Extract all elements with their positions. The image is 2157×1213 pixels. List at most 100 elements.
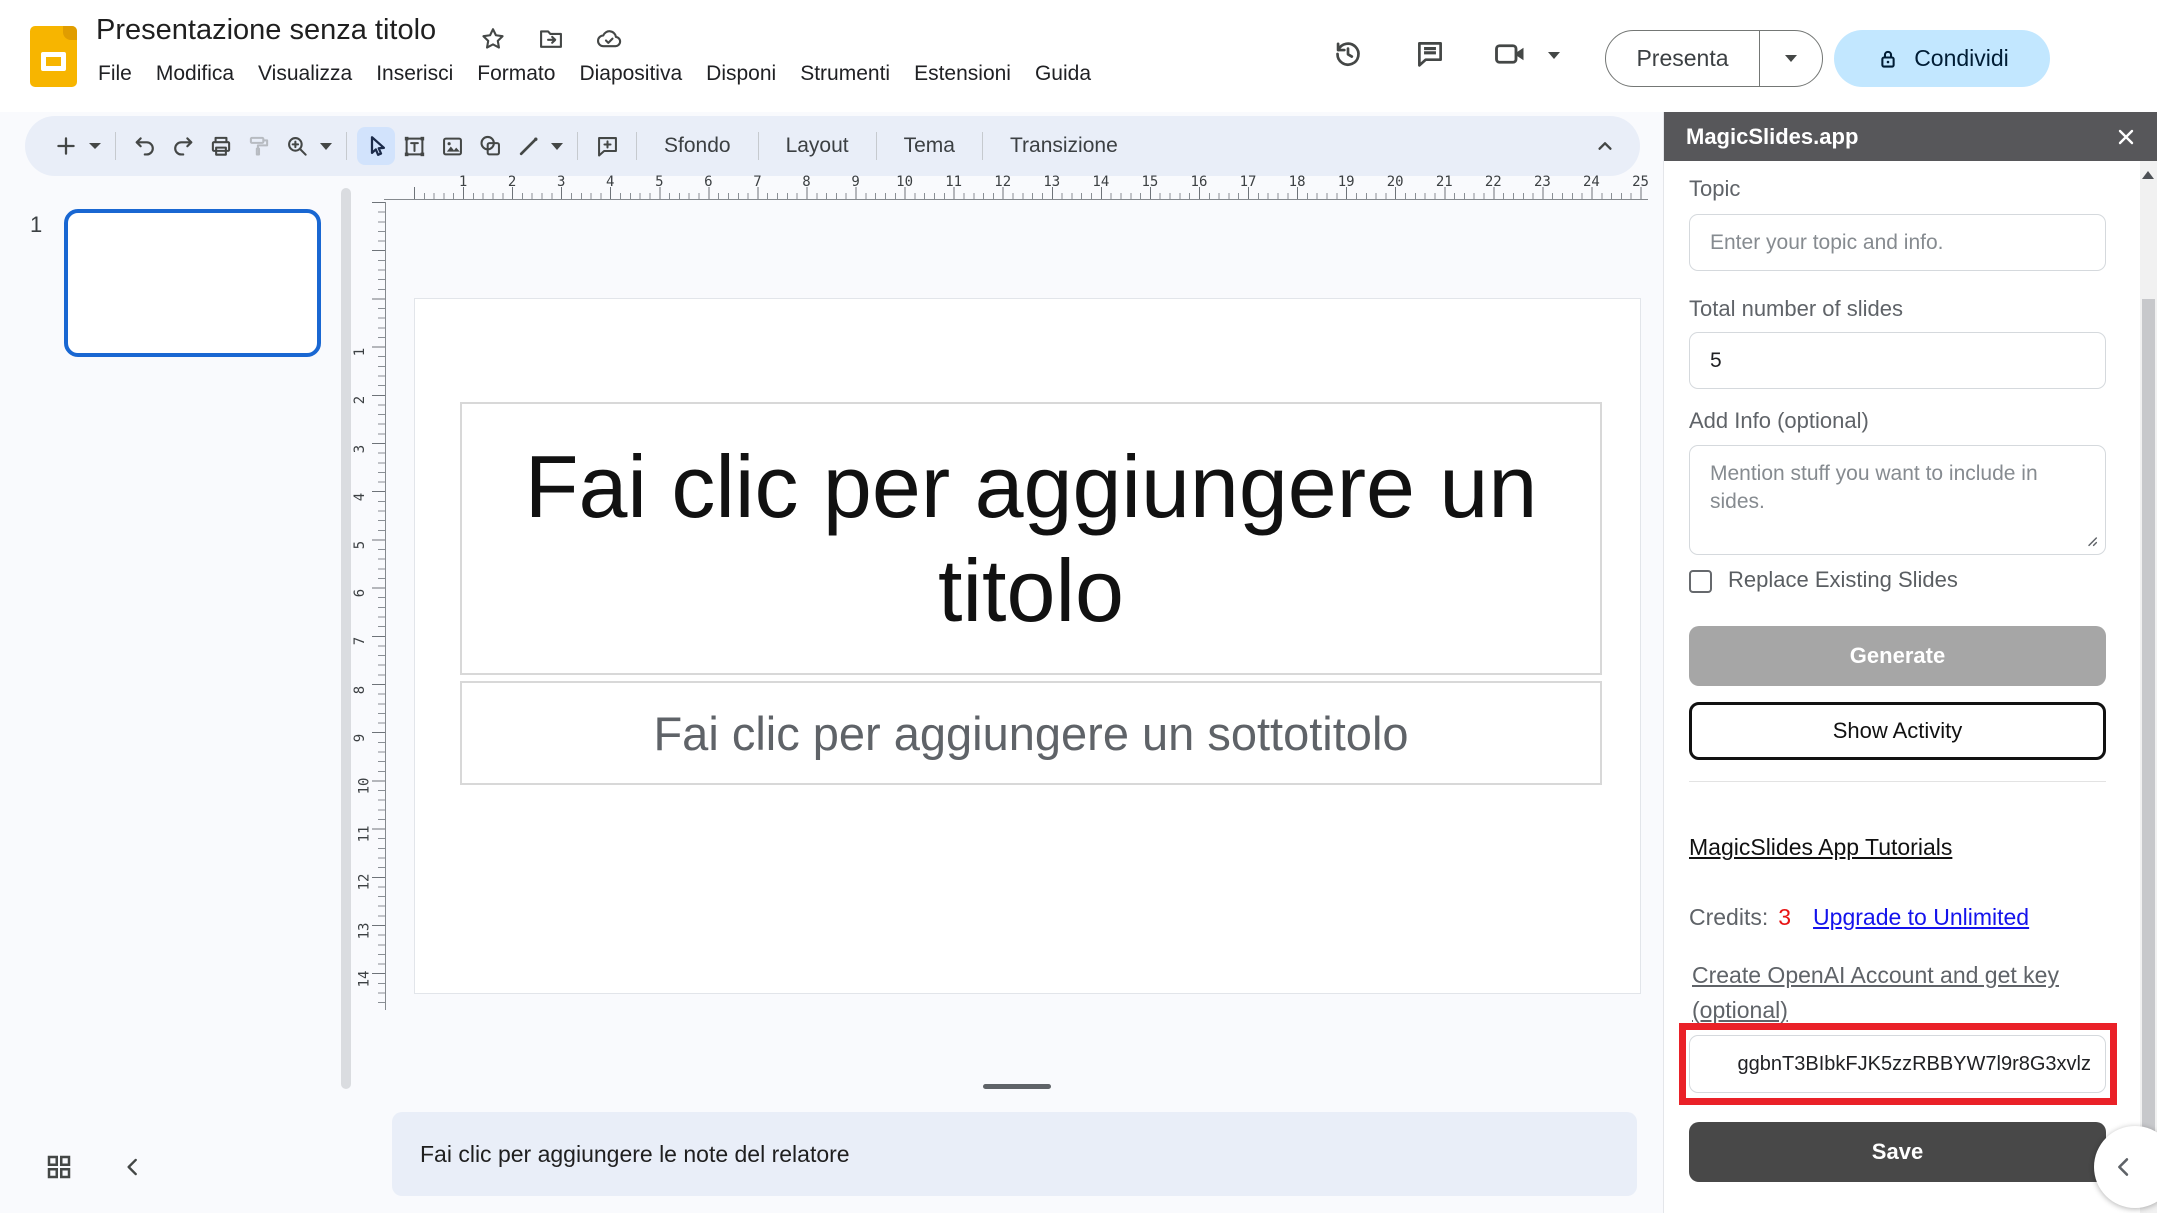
star-icon[interactable] <box>478 24 508 54</box>
show-activity-label: Show Activity <box>1833 718 1963 744</box>
add-info-textarea[interactable] <box>1689 445 2106 555</box>
insert-image-button[interactable] <box>433 127 471 165</box>
toolbar-separator <box>115 132 116 160</box>
slides-count-input[interactable] <box>1689 332 2106 389</box>
collapse-toolbar-button[interactable] <box>1586 127 1624 165</box>
horizontal-ruler: 1234567891011121314151617181920212223242… <box>414 176 1648 200</box>
h-ruler-number: 13 <box>1043 174 1060 190</box>
grid-view-icon[interactable] <box>44 1152 74 1182</box>
h-ruler-number: 10 <box>896 174 913 190</box>
generate-label: Generate <box>1850 643 1945 669</box>
h-ruler-number: 22 <box>1485 174 1502 190</box>
present-button[interactable]: Presenta <box>1605 30 1823 87</box>
cloud-saved-icon[interactable] <box>594 24 624 54</box>
v-ruler-number: 13 <box>356 922 372 939</box>
h-ruler-number: 18 <box>1289 174 1306 190</box>
h-ruler-number: 21 <box>1436 174 1453 190</box>
toolbar-separator <box>346 132 347 160</box>
insert-shape-button[interactable] <box>471 127 509 165</box>
title-placeholder-box[interactable]: Fai clic per aggiungere un titolo <box>460 402 1602 675</box>
transizione-button[interactable]: Transizione <box>993 127 1135 165</box>
slide-canvas[interactable]: Fai clic per aggiungere un titolo Fai cl… <box>414 298 1641 994</box>
save-button[interactable]: Save <box>1689 1122 2106 1182</box>
move-to-folder-icon[interactable] <box>536 24 566 54</box>
toolbar-separator <box>876 132 877 160</box>
menu-item-inserisci[interactable]: Inserisci <box>364 56 465 92</box>
v-ruler-number: 3 <box>352 444 368 452</box>
menu-item-visualizza[interactable]: Visualizza <box>246 56 364 92</box>
menu-item-formato[interactable]: Formato <box>465 56 567 92</box>
scroll-up-arrow-icon[interactable] <box>2142 171 2154 179</box>
redo-button[interactable] <box>164 127 202 165</box>
ruler-ticks <box>372 202 385 1010</box>
generate-button[interactable]: Generate <box>1689 626 2106 686</box>
new-slide-button[interactable] <box>47 127 85 165</box>
menu-item-modifica[interactable]: Modifica <box>144 56 246 92</box>
camera-dropdown-caret-icon[interactable] <box>1548 52 1560 59</box>
menu-item-disponi[interactable]: Disponi <box>694 56 788 92</box>
comments-icon[interactable] <box>1410 34 1450 74</box>
insert-line-button[interactable] <box>509 127 547 165</box>
print-button[interactable] <box>202 127 240 165</box>
slide-thumbnail-selected[interactable] <box>64 209 321 357</box>
api-key-input[interactable] <box>1689 1035 2106 1093</box>
panel-scrollbar[interactable] <box>2140 161 2157 1213</box>
tutorials-link[interactable]: MagicSlides App Tutorials <box>1689 834 1952 861</box>
sfondo-button[interactable]: Sfondo <box>647 127 748 165</box>
h-ruler-number: 7 <box>753 174 761 190</box>
topic-input[interactable] <box>1689 214 2106 271</box>
h-ruler-number: 14 <box>1092 174 1109 190</box>
menu-item-file[interactable]: File <box>86 56 144 92</box>
menu-item-estensioni[interactable]: Estensioni <box>902 56 1023 92</box>
share-button[interactable]: Condividi <box>1834 30 2050 87</box>
speaker-notes-box[interactable]: Fai clic per aggiungere le note del rela… <box>392 1112 1637 1196</box>
title-placeholder-text: Fai clic per aggiungere un titolo <box>501 435 1561 643</box>
zoom-caret[interactable] <box>318 127 334 165</box>
add-comment-button[interactable] <box>588 127 626 165</box>
slides-logo-icon[interactable] <box>30 26 77 87</box>
select-tool-button[interactable] <box>357 127 395 165</box>
chevron-left-icon[interactable] <box>120 1154 146 1180</box>
menu-item-diapositiva[interactable]: Diapositiva <box>567 56 694 92</box>
menu-item-guida[interactable]: Guida <box>1023 56 1103 92</box>
tema-button[interactable]: Tema <box>887 127 972 165</box>
h-ruler-number: 23 <box>1534 174 1551 190</box>
present-dropdown-button[interactable] <box>1760 31 1822 86</box>
undo-button[interactable] <box>126 127 164 165</box>
replace-existing-slides-label[interactable]: Replace Existing Slides <box>1728 567 1958 593</box>
h-ruler-number: 19 <box>1338 174 1355 190</box>
menu-item-strumenti[interactable]: Strumenti <box>788 56 902 92</box>
h-ruler-number: 12 <box>994 174 1011 190</box>
new-slide-caret[interactable] <box>87 127 103 165</box>
credits-value: 3 <box>1778 904 1791 931</box>
h-ruler-number: 17 <box>1240 174 1257 190</box>
top-bar: Presentazione senza titolo FileModificaV… <box>0 0 2157 112</box>
v-ruler-number: 1 <box>352 348 368 356</box>
h-ruler-number: 4 <box>606 174 614 190</box>
filmstrip-scrollbar[interactable] <box>341 188 351 1089</box>
subtitle-placeholder-box[interactable]: Fai clic per aggiungere un sottotitolo <box>460 681 1602 785</box>
v-ruler-number: 6 <box>352 589 368 597</box>
show-activity-button[interactable]: Show Activity <box>1689 702 2106 760</box>
close-icon[interactable] <box>2110 121 2142 153</box>
upgrade-link[interactable]: Upgrade to Unlimited <box>1813 904 2029 931</box>
caret-down-icon <box>1785 55 1797 62</box>
present-label: Presenta <box>1606 31 1759 86</box>
h-ruler-number: 2 <box>508 174 516 190</box>
zoom-button[interactable] <box>278 127 316 165</box>
version-history-icon[interactable] <box>1328 34 1368 74</box>
text-box-button[interactable] <box>395 127 433 165</box>
scrollbar-thumb[interactable] <box>2142 299 2155 1134</box>
replace-existing-slides-checkbox[interactable] <box>1689 570 1712 593</box>
layout-button[interactable]: Layout <box>769 127 866 165</box>
divider <box>1689 781 2106 782</box>
create-openai-account-link[interactable]: Create OpenAI Account and get key (optio… <box>1692 958 2112 1027</box>
vertical-ruler: 1234567891011121314 <box>358 202 386 1010</box>
notes-splitter-handle[interactable] <box>983 1084 1051 1089</box>
paint-format-button[interactable] <box>240 127 278 165</box>
meet-camera-icon[interactable] <box>1490 34 1530 74</box>
document-title[interactable]: Presentazione senza titolo <box>96 14 436 47</box>
v-ruler-number: 4 <box>352 493 368 501</box>
credits-row: Credits: 3 Upgrade to Unlimited <box>1689 904 2029 931</box>
line-caret[interactable] <box>549 127 565 165</box>
